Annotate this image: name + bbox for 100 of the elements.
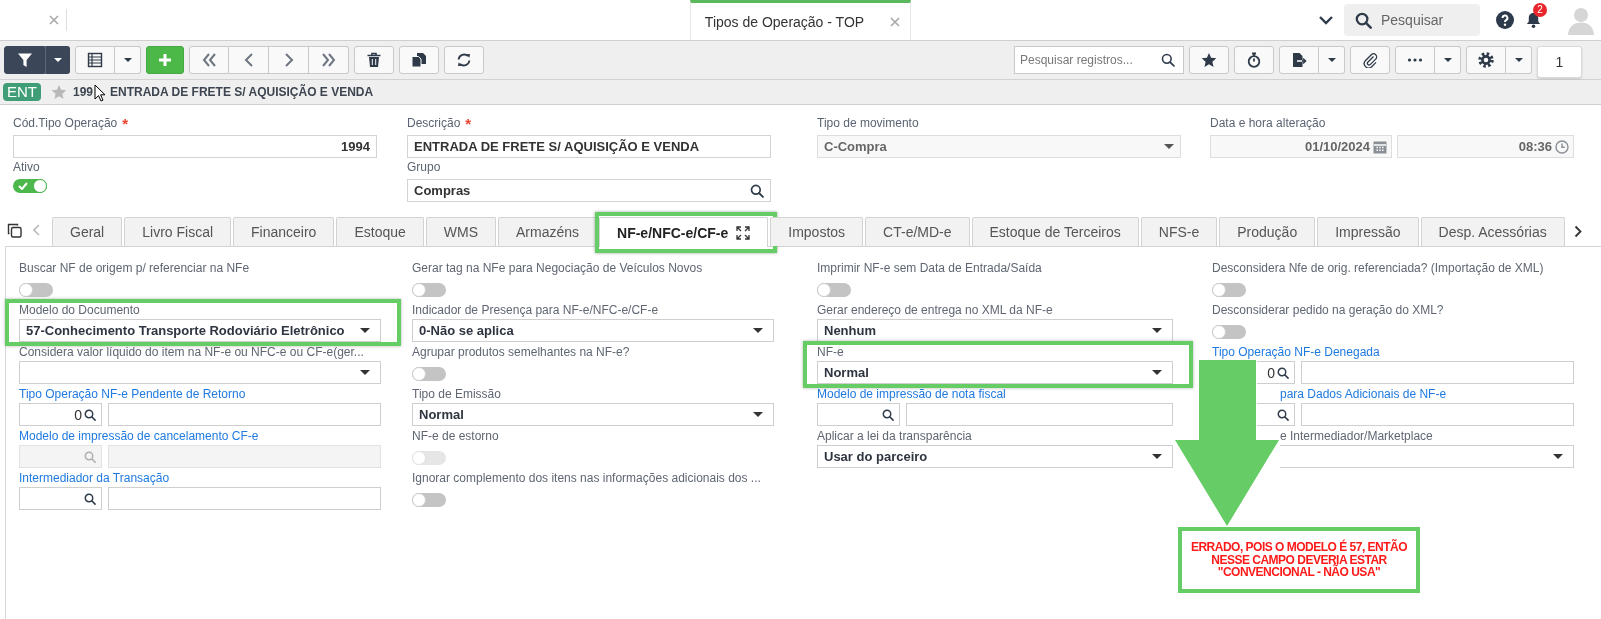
select-field[interactable]: Nenhum: [817, 319, 1173, 342]
last-record-button[interactable]: [309, 46, 349, 74]
search-field[interactable]: Pesquisar: [1344, 4, 1480, 36]
first-record-button[interactable]: [189, 46, 229, 74]
caret-icon: [1443, 58, 1452, 62]
close-icon[interactable]: [49, 15, 59, 25]
add-button[interactable]: [146, 46, 184, 74]
tab[interactable]: WMS: [425, 217, 496, 246]
field-label: Agrupar produtos semelhantes na NF-e?: [412, 345, 630, 360]
timer-button[interactable]: [1234, 46, 1274, 74]
tab[interactable]: NF-e/NFC-e/CF-e: [599, 217, 769, 247]
tab[interactable]: Livro Fiscal: [124, 217, 232, 246]
field-link[interactable]: Intermediador da Transação: [19, 471, 170, 486]
chevron-left-icon[interactable]: [33, 224, 40, 236]
toggle-switch[interactable]: [13, 179, 47, 193]
description-field[interactable]: [1301, 361, 1574, 384]
select-field[interactable]: 57-Conhecimento Transporte Rodoviário Eletrônico: [19, 319, 381, 342]
tab[interactable]: Armazéns: [498, 217, 598, 246]
toggle-switch[interactable]: [1212, 283, 1246, 297]
select-field[interactable]: Usar do parceiro: [817, 445, 1173, 468]
previous-record-button[interactable]: [229, 46, 269, 74]
toggle-switch[interactable]: [817, 283, 851, 297]
search-icon[interactable]: [84, 408, 96, 421]
tab[interactable]: Geral: [52, 217, 123, 246]
select-field[interactable]: [19, 361, 381, 384]
select-field[interactable]: Normal: [412, 403, 774, 426]
grid-view-button[interactable]: [75, 46, 115, 74]
field-label: Data e hora alteração: [1210, 117, 1326, 130]
copy-icon[interactable]: [7, 223, 22, 238]
search-icon[interactable]: [1277, 366, 1289, 379]
caret-icon: [360, 370, 370, 375]
description-field[interactable]: [1301, 403, 1574, 426]
field-link[interactable]: para Dados Adicionais de NF-e: [1280, 387, 1447, 402]
tab[interactable]: Impressão: [1317, 217, 1419, 246]
refresh-button[interactable]: [444, 46, 484, 74]
filter-icon: [16, 52, 33, 68]
chevron-down-icon[interactable]: [1318, 15, 1334, 25]
search-icon: [1161, 53, 1175, 67]
export-button[interactable]: [1279, 46, 1319, 74]
field-link[interactable]: Modelo de impressão de nota fiscal: [817, 387, 1006, 402]
toggle-switch[interactable]: [19, 283, 53, 297]
field-label: Imprimir NF-e sem Data de Entrada/Saída: [817, 261, 1042, 276]
field-label: NF-e de estorno: [412, 429, 499, 444]
toggle-switch[interactable]: [1212, 325, 1246, 339]
select-field[interactable]: [1280, 445, 1574, 468]
plus-icon: [157, 52, 173, 68]
text-field[interactable]: ENTRADA DE FRETE S/ AQUISIÇÃO E VENDA: [407, 135, 771, 158]
refresh-icon: [456, 52, 472, 68]
settings-button[interactable]: [1466, 46, 1506, 74]
caret-icon: [1514, 58, 1523, 62]
tab[interactable]: CT-e/MD-e: [865, 217, 970, 246]
close-icon[interactable]: [890, 16, 901, 27]
field-label: NF-e: [817, 345, 844, 360]
toggle-switch[interactable]: [412, 367, 446, 381]
tab[interactable]: Impostos: [770, 217, 864, 246]
tab[interactable]: Financeiro: [233, 217, 335, 246]
toggle-switch[interactable]: [412, 493, 446, 507]
tab[interactable]: Estoque: [336, 217, 424, 246]
double-chevron-right-icon: [320, 52, 337, 68]
tab[interactable]: Produção: [1219, 217, 1316, 246]
expand-icon[interactable]: [736, 225, 751, 240]
filter-button[interactable]: [4, 46, 45, 74]
next-record-button[interactable]: [269, 46, 309, 74]
lookup-field[interactable]: Compras: [407, 179, 771, 202]
attach-button[interactable]: [1350, 46, 1390, 74]
more-button[interactable]: [1395, 46, 1435, 74]
star-icon[interactable]: [51, 84, 67, 100]
delete-button[interactable]: [354, 46, 394, 74]
tab[interactable]: NFS-e: [1140, 217, 1218, 246]
lookup-field[interactable]: [817, 403, 900, 426]
field-link[interactable]: Tipo Operação NF-e Pendente de Retorno: [19, 387, 246, 402]
select-field[interactable]: Normal: [817, 361, 1173, 384]
tab[interactable]: Estoque de Terceiros: [971, 217, 1139, 246]
lookup-field[interactable]: [19, 487, 102, 510]
select-field[interactable]: 0-Não se aplica: [412, 319, 774, 342]
duplicate-button[interactable]: [399, 46, 439, 74]
search-icon[interactable]: [84, 492, 96, 505]
favorite-button[interactable]: [1189, 46, 1229, 74]
help-icon[interactable]: [1496, 11, 1514, 29]
record-search-field[interactable]: Pesquisar registros...: [1014, 46, 1184, 74]
caret-icon: [123, 58, 132, 62]
text-field[interactable]: 1994: [13, 135, 377, 158]
search-icon[interactable]: [750, 183, 764, 198]
description-field[interactable]: [906, 403, 1173, 426]
field-link[interactable]: Tipo Operação NF-e Denegada: [1212, 345, 1380, 360]
tab[interactable]: Desp. Acessórias: [1420, 217, 1565, 246]
lookup-field[interactable]: 0: [19, 403, 102, 426]
lookup-field[interactable]: 0: [1257, 361, 1295, 384]
double-chevron-left-icon: [201, 52, 217, 68]
search-icon[interactable]: [1277, 408, 1289, 421]
description-field[interactable]: [108, 403, 381, 426]
search-icon[interactable]: [882, 408, 894, 421]
dropdown-button[interactable]: [45, 46, 70, 74]
field-label: Considera valor líquido do item na NF-e ou NFC-e ou CF-e(ger...: [19, 345, 364, 360]
required-mark: *: [122, 117, 129, 130]
toggle-switch[interactable]: [412, 283, 446, 297]
page-number-field[interactable]: 1: [1537, 46, 1582, 78]
lookup-field[interactable]: [1257, 403, 1295, 426]
description-field[interactable]: [108, 487, 381, 510]
field-label: Descrição: [407, 117, 461, 130]
